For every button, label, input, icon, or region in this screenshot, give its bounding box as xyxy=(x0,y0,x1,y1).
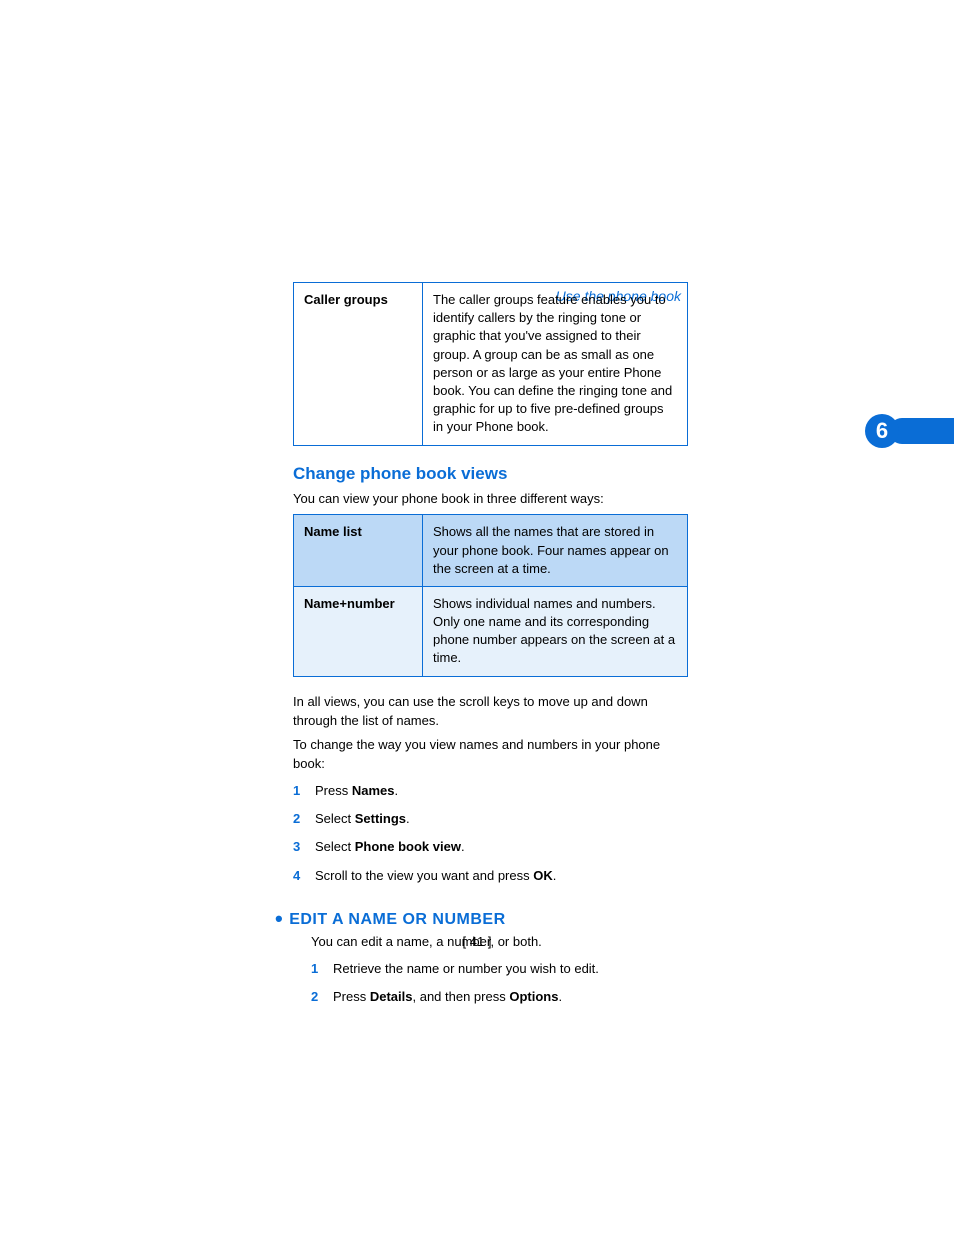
bullet-icon: • xyxy=(275,906,283,931)
table-row: Caller groups The caller groups feature … xyxy=(294,283,688,446)
document-page: Use the phone book 6 Caller groups The c… xyxy=(0,0,954,1235)
section-title-edit: •EDIT A NAME OR NUMBER xyxy=(275,911,688,929)
step-bold: Settings xyxy=(355,811,406,826)
list-item: Select Phone book view. xyxy=(293,838,688,856)
step-text: . xyxy=(461,839,465,854)
step-bold: OK xyxy=(533,868,553,883)
page-number: [ 41 ] xyxy=(0,934,954,949)
section-title-change-views: Change phone book views xyxy=(293,464,688,484)
chapter-number-badge: 6 xyxy=(865,414,899,448)
caller-groups-label: Caller groups xyxy=(304,292,388,307)
step-text: Press xyxy=(315,783,352,798)
table-cell-label: Caller groups xyxy=(294,283,423,446)
list-item: Retrieve the name or number you wish to … xyxy=(311,960,688,978)
step-text: . xyxy=(394,783,398,798)
list-item: Press Names. xyxy=(293,782,688,800)
table-row: Name list Shows all the names that are s… xyxy=(294,515,688,587)
step-bold: Phone book view xyxy=(355,839,461,854)
list-item: Scroll to the view you want and press OK… xyxy=(293,867,688,885)
name-number-label: Name+number xyxy=(304,596,395,611)
section-intro-change-views: You can view your phone book in three di… xyxy=(293,490,688,509)
step-text: . xyxy=(406,811,410,826)
step-bold: Options xyxy=(509,989,558,1004)
list-item: Press Details, and then press Options. xyxy=(311,988,688,1006)
table-cell-text: Shows all the names that are stored in y… xyxy=(423,515,688,587)
paragraph-to-change: To change the way you view names and num… xyxy=(293,736,688,774)
table-cell-label: Name list xyxy=(294,515,423,587)
table-cell-label: Name+number xyxy=(294,586,423,676)
page-content: Caller groups The caller groups feature … xyxy=(293,282,688,1016)
step-text: , and then press xyxy=(412,989,509,1004)
edit-steps: Retrieve the name or number you wish to … xyxy=(311,960,688,1006)
paragraph-all-views: In all views, you can use the scroll key… xyxy=(293,693,688,731)
table-cell-text: Shows individual names and numbers. Only… xyxy=(423,586,688,676)
list-item: Select Settings. xyxy=(293,810,688,828)
table-row: Name+number Shows individual names and n… xyxy=(294,586,688,676)
edit-title-text: EDIT A NAME OR NUMBER xyxy=(289,911,505,928)
step-text: . xyxy=(553,868,557,883)
change-view-steps: Press Names. Select Settings. Select Pho… xyxy=(293,782,688,885)
phonebook-views-table: Name list Shows all the names that are s… xyxy=(293,514,688,676)
step-text: . xyxy=(558,989,562,1004)
caller-groups-table: Caller groups The caller groups feature … xyxy=(293,282,688,446)
step-text: Retrieve the name or number you wish to … xyxy=(333,961,599,976)
step-text: Select xyxy=(315,811,355,826)
step-text: Scroll to the view you want and press xyxy=(315,868,533,883)
step-bold: Details xyxy=(370,989,413,1004)
step-text: Press xyxy=(333,989,370,1004)
step-bold: Names xyxy=(352,783,395,798)
table-cell-text: The caller groups feature enables you to… xyxy=(423,283,688,446)
step-text: Select xyxy=(315,839,355,854)
name-list-label: Name list xyxy=(304,524,362,539)
